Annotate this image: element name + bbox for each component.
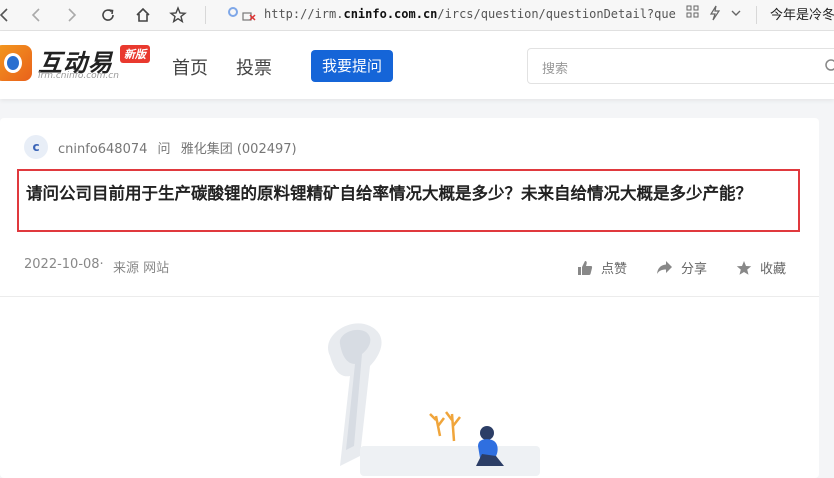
- username[interactable]: cninfo648074: [58, 142, 147, 157]
- logo-subtitle: irm.cninfo.com.cn: [38, 71, 119, 81]
- share-button[interactable]: 分享: [656, 258, 707, 277]
- forward-icon[interactable]: [58, 2, 84, 28]
- favorite-label: 收藏: [760, 262, 787, 277]
- empty-answer-illustration: [328, 323, 540, 476]
- question-card: c cninfo648074 问 雅化集团 (002497) 请问公司目前用于生…: [0, 118, 819, 478]
- search-suggestion-text[interactable]: 今年是冷冬: [770, 4, 834, 23]
- grid-icon[interactable]: [686, 5, 700, 19]
- reload-icon[interactable]: [95, 2, 121, 28]
- separator: [756, 6, 757, 24]
- favorite-button[interactable]: 收藏: [736, 258, 786, 277]
- question-date: 2022-10-08·: [24, 257, 104, 272]
- site-header: 互动易 新版 irm.cninfo.com.cn 首页 投票 我要提问 搜索: [0, 31, 834, 99]
- logo-icon[interactable]: [0, 45, 32, 81]
- divider: [0, 296, 819, 297]
- address-bar[interactable]: http://irm.cninfo.com.cn/ircs/question/q…: [264, 7, 676, 21]
- search-input[interactable]: 搜索: [527, 48, 834, 84]
- star-icon[interactable]: [165, 2, 191, 28]
- back-icon[interactable]: [24, 2, 50, 28]
- home-icon[interactable]: [130, 2, 156, 28]
- question-source: 来源 网站: [113, 261, 170, 276]
- separator: [205, 6, 206, 24]
- company-link[interactable]: 雅化集团 (002497): [181, 142, 297, 157]
- thumbs-up-icon: [578, 260, 593, 275]
- nav-vote[interactable]: 投票: [236, 54, 272, 80]
- search-icon[interactable]: [824, 58, 834, 74]
- share-icon: [657, 261, 672, 274]
- chevron-down-icon[interactable]: [731, 9, 741, 17]
- ask-label: 问: [157, 142, 171, 157]
- nav-home[interactable]: 首页: [172, 54, 208, 80]
- security-shield-icon[interactable]: [228, 7, 238, 17]
- ask-question-button[interactable]: 我要提问: [311, 50, 394, 82]
- insecure-lock-icon[interactable]: [242, 8, 256, 22]
- share-label: 分享: [681, 262, 708, 277]
- avatar[interactable]: c: [24, 135, 48, 159]
- star-icon: [736, 260, 752, 275]
- question-highlight-box: 请问公司目前用于生产碳酸锂的原料锂精矿自给率情况大概是多少？未来自给情况大概是多…: [17, 169, 800, 232]
- new-version-badge: 新版: [120, 45, 150, 63]
- question-text: 请问公司目前用于生产碳酸锂的原料锂精矿自给率情况大概是多少？未来自给情况大概是多…: [26, 184, 752, 203]
- back-icon[interactable]: [0, 2, 18, 28]
- like-label: 点赞: [601, 262, 628, 277]
- question-meta: cninfo648074 问 雅化集团 (002497): [58, 138, 303, 157]
- like-button[interactable]: 点赞: [577, 258, 627, 277]
- browser-toolbar: http://irm.cninfo.com.cn/ircs/question/q…: [0, 0, 834, 31]
- lightning-icon[interactable]: [708, 5, 722, 21]
- search-placeholder: 搜索: [542, 62, 569, 77]
